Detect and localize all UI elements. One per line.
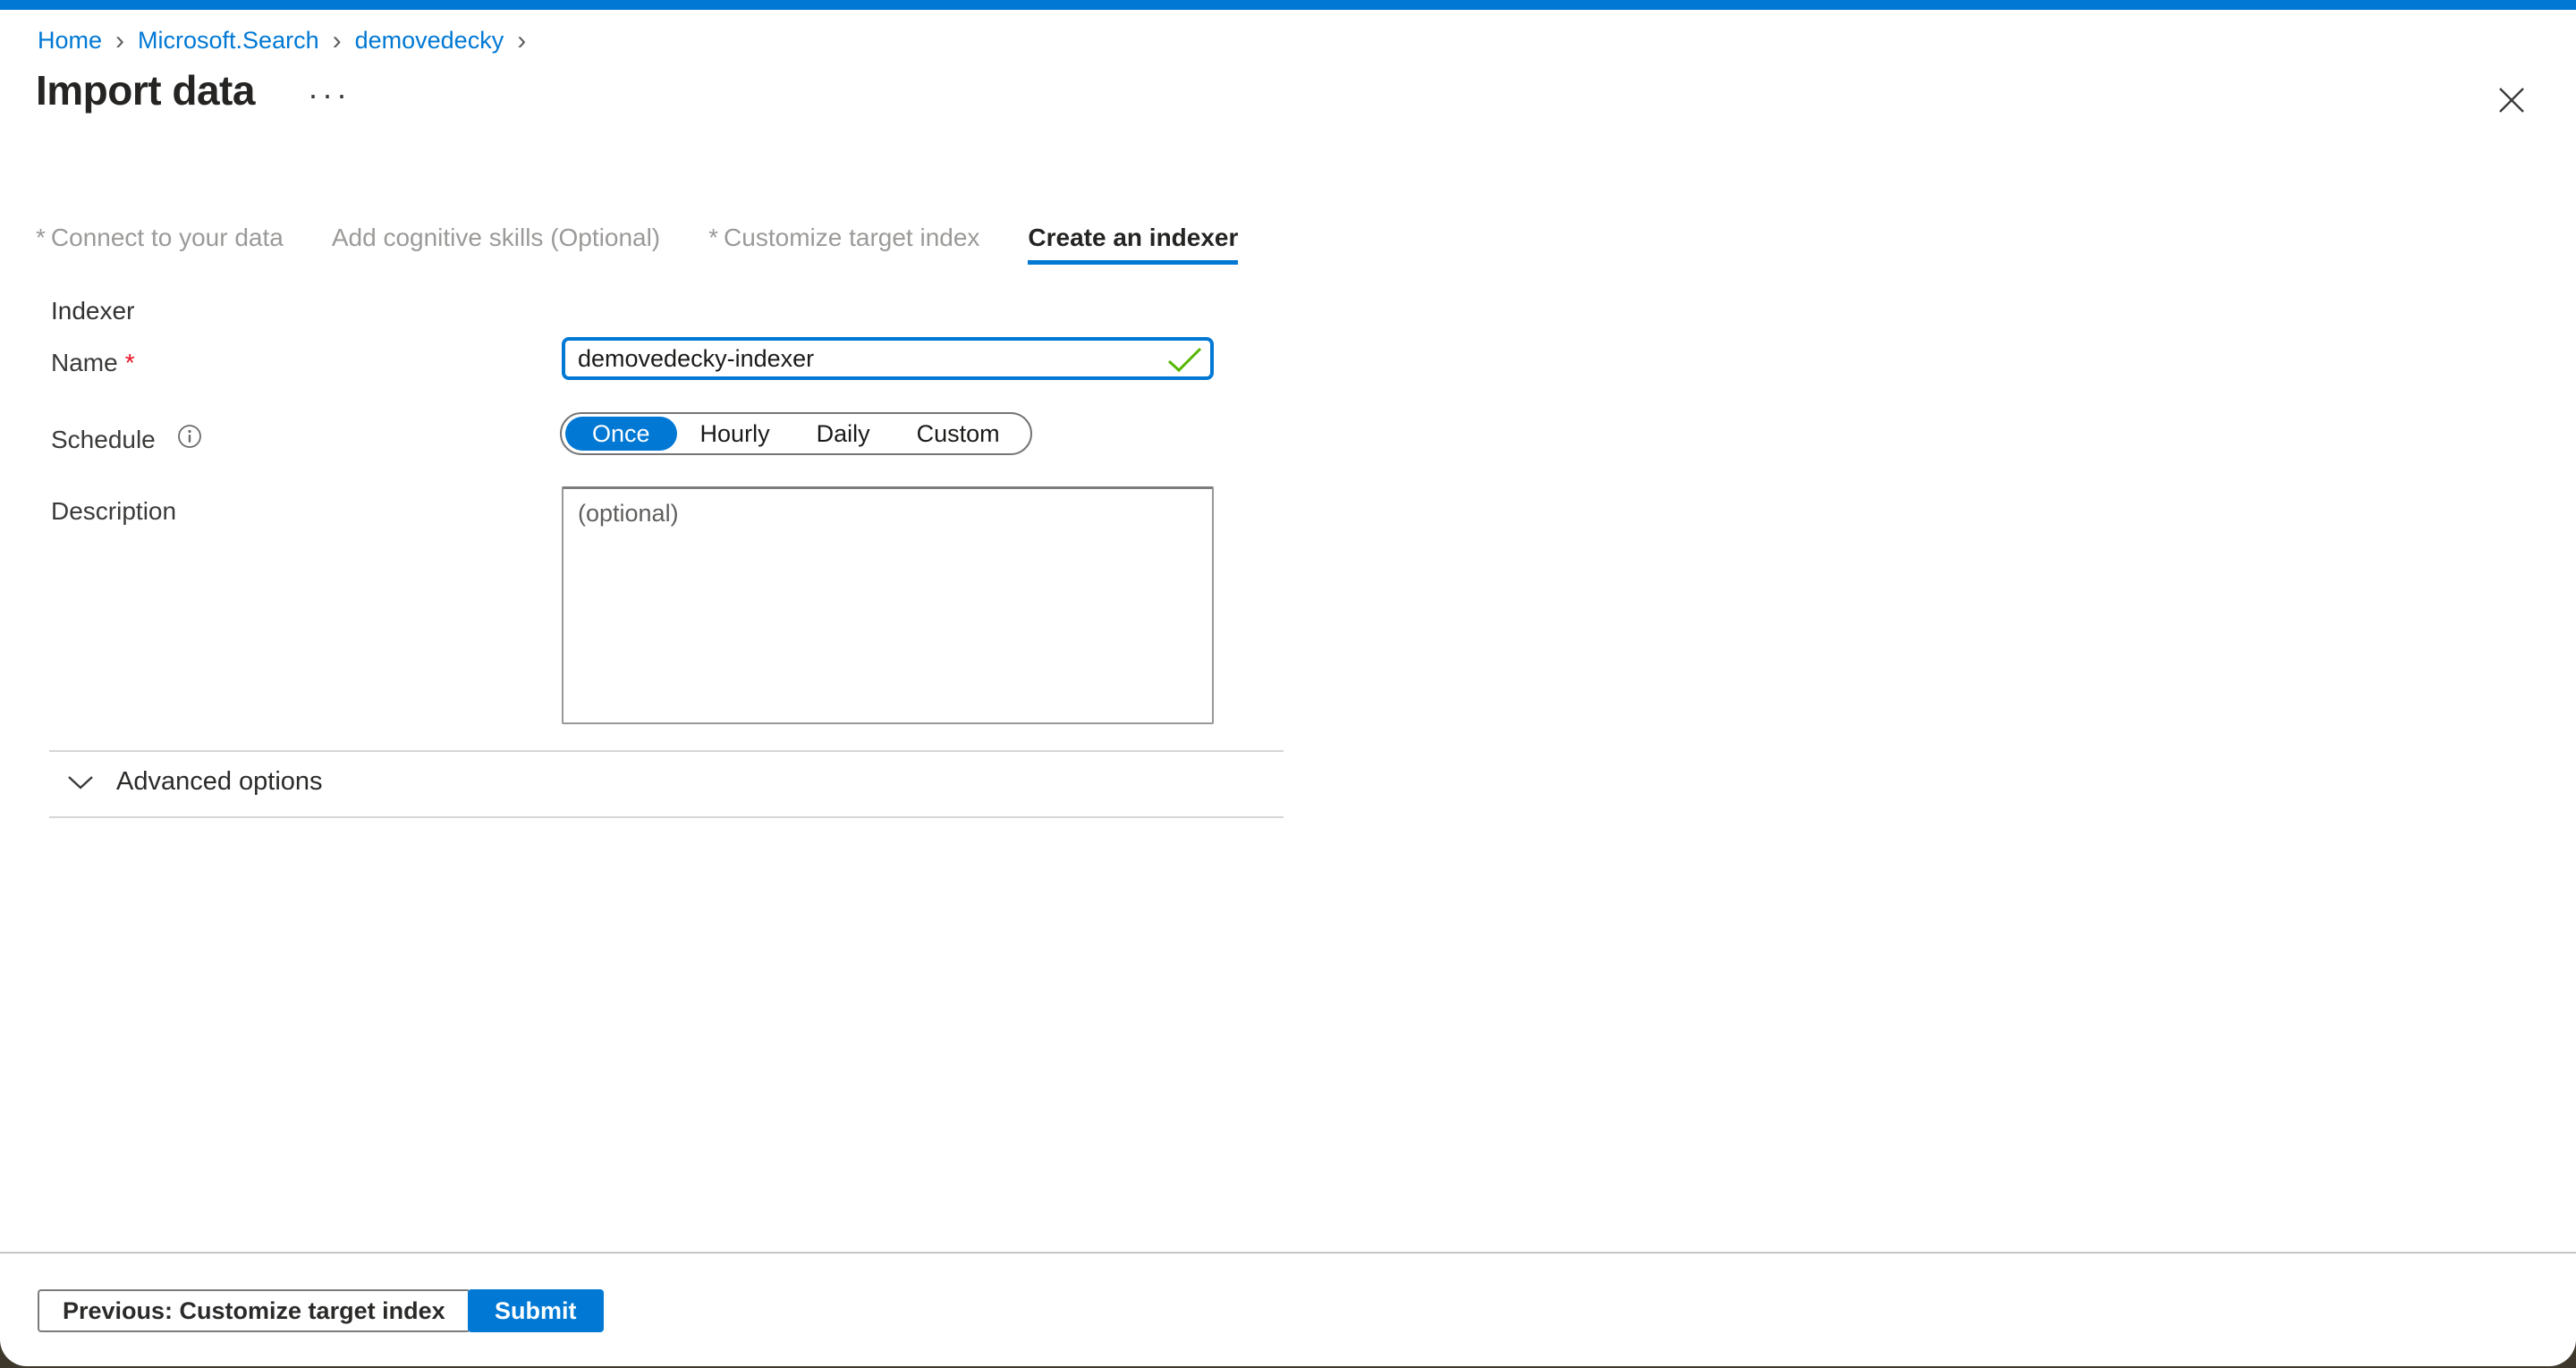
tab-customize-target-index[interactable]: *Customize target index [708, 224, 979, 265]
breadcrumb: Home › Microsoft.Search › demovedecky › [38, 27, 539, 55]
breadcrumb-separator-icon: › [517, 29, 526, 53]
name-label: Name * [51, 349, 135, 377]
info-icon[interactable] [177, 424, 202, 455]
validation-check-icon [1166, 346, 1204, 377]
tab-label: Add cognitive skills (Optional) [332, 224, 660, 251]
tab-connect-to-your-data[interactable]: *Connect to your data [36, 224, 284, 265]
tab-label: Customize target index [724, 224, 979, 251]
chevron-down-icon [66, 774, 95, 790]
divider [49, 750, 1284, 752]
previous-button[interactable]: Previous: Customize target index [38, 1289, 470, 1332]
required-asterisk: * [125, 349, 135, 377]
name-label-text: Name [51, 349, 118, 377]
page-title: Import data [36, 66, 255, 114]
section-title-indexer: Indexer [51, 297, 134, 325]
submit-button[interactable]: Submit [468, 1289, 604, 1332]
schedule-label-text: Schedule [51, 426, 156, 454]
breadcrumb-link-demovedecky[interactable]: demovedecky [355, 27, 504, 55]
required-marker: * [36, 224, 46, 251]
tab-label: Create an indexer [1028, 224, 1238, 251]
schedule-option-daily[interactable]: Daily [793, 417, 894, 451]
breadcrumb-link-home[interactable]: Home [38, 27, 102, 55]
footer-divider [0, 1252, 2576, 1254]
advanced-options-label: Advanced options [116, 767, 323, 797]
required-marker: * [708, 224, 718, 251]
close-icon[interactable] [2487, 75, 2537, 125]
name-input[interactable] [562, 337, 1214, 380]
tab-label: Connect to your data [51, 224, 284, 251]
tab-add-cognitive-skills[interactable]: Add cognitive skills (Optional) [332, 224, 660, 265]
schedule-label: Schedule [51, 424, 202, 455]
close-x-glyph [2496, 85, 2527, 115]
description-label: Description [51, 497, 176, 526]
breadcrumb-link-microsoft-search[interactable]: Microsoft.Search [138, 27, 319, 55]
more-options-button[interactable]: ··· [308, 79, 351, 111]
divider [49, 816, 1284, 818]
advanced-options-toggle[interactable]: Advanced options [66, 767, 323, 797]
schedule-option-once[interactable]: Once [565, 417, 677, 451]
tab-bar: *Connect to your data Add cognitive skil… [36, 224, 1238, 265]
breadcrumb-separator-icon: › [115, 29, 124, 53]
import-data-panel: Home › Microsoft.Search › demovedecky › … [0, 0, 2576, 1366]
tab-create-an-indexer[interactable]: Create an indexer [1028, 224, 1238, 265]
schedule-option-custom[interactable]: Custom [894, 417, 1023, 451]
description-textarea[interactable] [562, 486, 1214, 724]
schedule-option-hourly[interactable]: Hourly [677, 417, 793, 451]
breadcrumb-separator-icon: › [333, 29, 342, 53]
accent-top-bar [0, 0, 2576, 10]
schedule-toggle-group: Once Hourly Daily Custom [560, 412, 1032, 455]
